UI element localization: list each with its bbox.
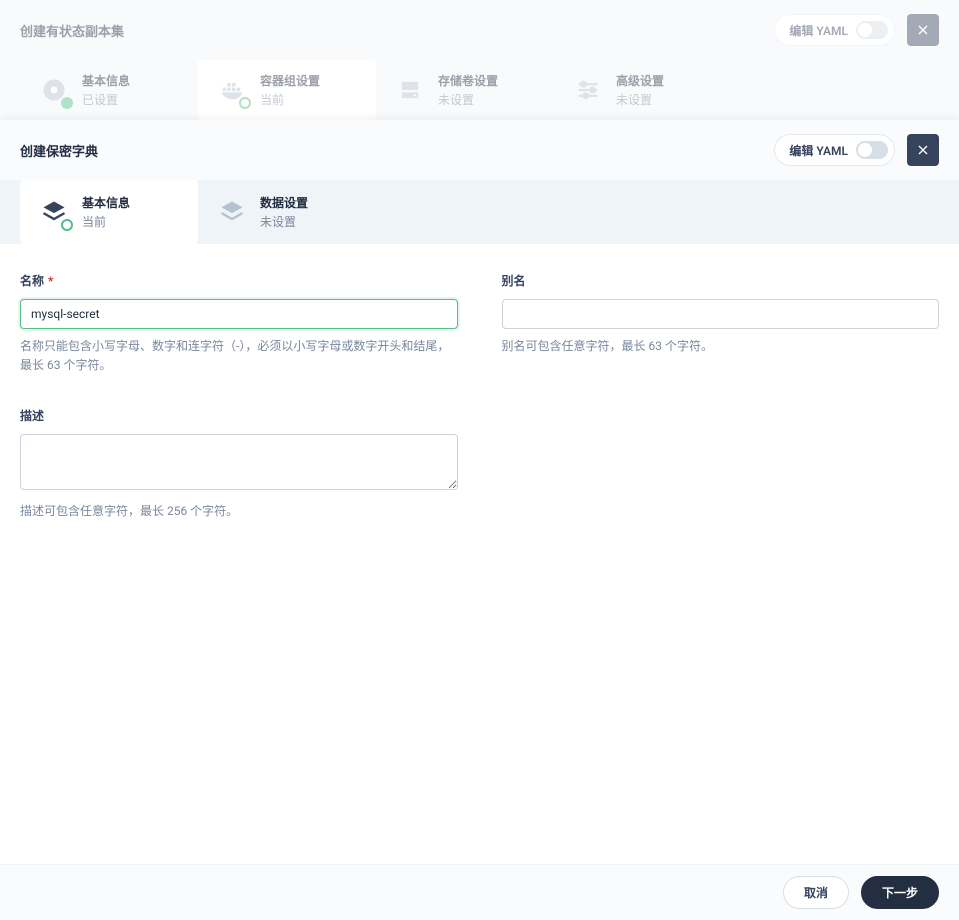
yaml-toggle-label: 编辑 YAML: [789, 142, 848, 159]
desc-label: 描述: [20, 407, 458, 424]
name-input[interactable]: [20, 299, 458, 329]
alias-input[interactable]: [502, 299, 940, 329]
desc-textarea[interactable]: [20, 434, 458, 490]
toggle-switch-icon: [856, 141, 888, 159]
close-icon: [915, 142, 931, 158]
modal-cancel-button[interactable]: 取消: [783, 876, 849, 909]
name-label: 名称*: [20, 272, 458, 289]
alias-help-text: 别名可包含任意字符，最长 63 个字符。: [502, 337, 940, 356]
desc-help-text: 描述可包含任意字符，最长 256 个字符。: [20, 502, 458, 521]
create-secret-modal: 创建保密字典 编辑 YAML 基本信息 当前 数: [0, 120, 959, 920]
modal-next-button[interactable]: 下一步: [861, 876, 939, 909]
modal-title: 创建保密字典: [20, 141, 98, 160]
alias-label: 别名: [502, 272, 940, 289]
step-label: 基本信息: [82, 194, 130, 211]
modal-step-basic[interactable]: 基本信息 当前: [20, 180, 198, 244]
name-help-text: 名称只能包含小写字母、数字和连字符（-），必须以小写字母或数字开头和结尾，最长 …: [20, 337, 458, 375]
layers-icon: [216, 196, 248, 228]
step-label: 数据设置: [260, 194, 308, 211]
modal-yaml-toggle[interactable]: 编辑 YAML: [774, 134, 895, 166]
step-status: 当前: [82, 213, 130, 230]
modal-step-data[interactable]: 数据设置 未设置: [198, 180, 376, 244]
step-status: 未设置: [260, 213, 308, 230]
modal-close-button[interactable]: [907, 134, 939, 166]
layers-icon: [38, 196, 70, 228]
